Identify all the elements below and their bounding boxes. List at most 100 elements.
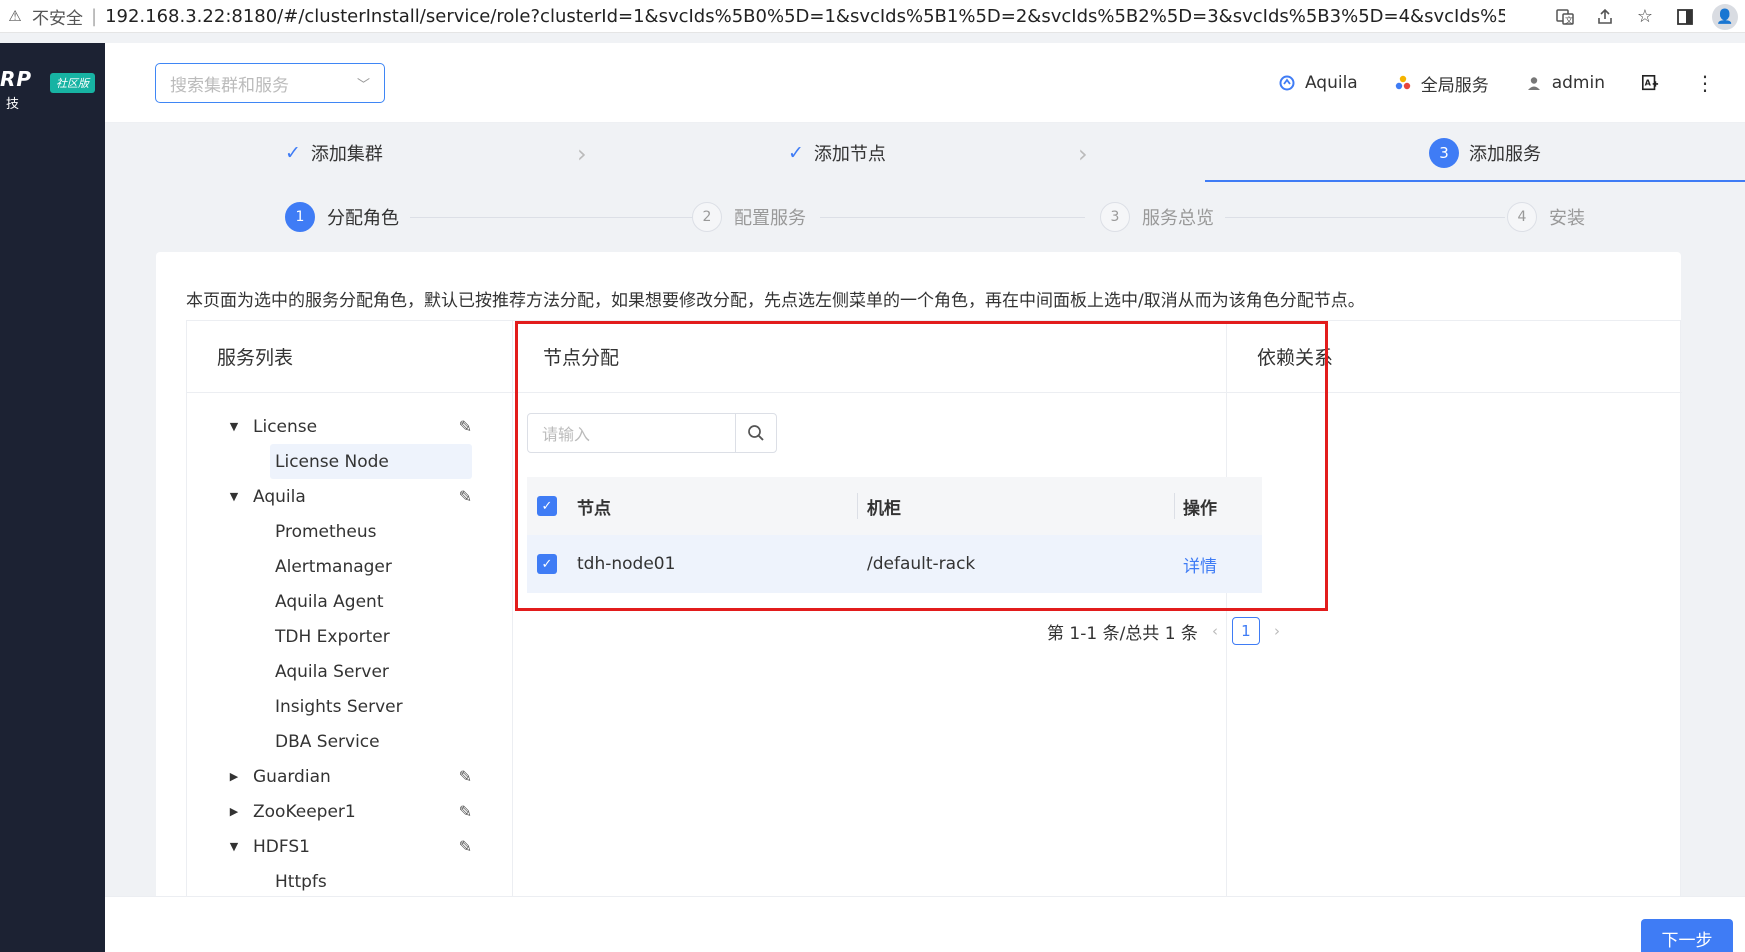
tree-node-license[interactable]: ▼ License ✎ <box>215 409 480 444</box>
caret-down-icon[interactable]: ▼ <box>223 420 245 433</box>
step-connector <box>1225 217 1505 218</box>
tree-label: Insights Server <box>275 696 403 717</box>
substep-install: 4 安装 <box>1507 202 1585 232</box>
edition-badge: 社区版 <box>50 73 95 93</box>
step-number: 3 <box>1429 138 1459 168</box>
star-icon[interactable]: ☆ <box>1625 0 1665 33</box>
chevron-down-icon: ﹀ <box>356 77 370 93</box>
tree-label: DBA Service <box>275 731 380 752</box>
edit-icon[interactable]: ✎ <box>459 837 472 856</box>
active-step-underline <box>1205 180 1745 182</box>
separator: | <box>91 5 98 27</box>
tree-label: Aquila Agent <box>275 591 384 612</box>
tree-leaf-license-node[interactable]: License Node <box>270 444 472 479</box>
tree-label: ZooKeeper1 <box>253 801 356 822</box>
edit-icon[interactable]: ✎ <box>459 417 472 436</box>
chevron-left-icon[interactable]: ‹ <box>1212 622 1218 640</box>
global-services-label: 全局服务 <box>1420 75 1489 96</box>
pagination: 第 1-1 条/总共 1 条 ‹ 1 › <box>1047 617 1280 645</box>
tree-label: Prometheus <box>275 521 377 542</box>
global-services-icon <box>1394 74 1412 92</box>
step-label: 添加服务 <box>1469 144 1541 165</box>
chevron-right-icon: › <box>1078 140 1088 168</box>
step-connector <box>820 217 1085 218</box>
substep-overview: 3 服务总览 <box>1100 202 1214 232</box>
tree-node-hdfs[interactable]: ▼ HDFS1 ✎ <box>215 829 480 864</box>
user-menu[interactable]: admin <box>1525 73 1605 93</box>
app-sidebar: RP 社区版 技 <box>0 43 105 952</box>
substep-label: 服务总览 <box>1142 208 1214 229</box>
step-connector <box>410 217 700 218</box>
tree-leaf-aquila-server[interactable]: Aquila Server <box>215 654 480 689</box>
page-description: 本页面为选中的服务分配角色，默认已按推荐方法分配，如果想要修改分配，先点选左侧菜… <box>186 291 1365 311</box>
substep-number: 1 <box>285 202 315 232</box>
tree-label: License <box>253 416 318 437</box>
edit-icon[interactable]: ✎ <box>459 802 472 821</box>
check-icon: ✓ <box>788 142 804 164</box>
app-header: 搜索集群和服务 ﹀ Aquila 全局服务 admin A ⋮ <box>105 43 1745 123</box>
tree-label: License Node <box>275 451 389 472</box>
pagination-summary: 第 1-1 条/总共 1 条 <box>1047 623 1198 644</box>
tree-leaf-alertmanager[interactable]: Alertmanager <box>215 549 480 584</box>
global-services-link[interactable]: 全局服务 <box>1394 71 1489 96</box>
substep-label: 配置服务 <box>734 208 806 229</box>
tree-leaf-httpfs[interactable]: Httpfs <box>215 864 480 899</box>
tree-node-guardian[interactable]: ▶ Guardian ✎ <box>215 759 480 794</box>
share-icon[interactable] <box>1585 0 1625 33</box>
services-panel-title: 服务列表 <box>187 321 512 393</box>
aquila-link[interactable]: Aquila <box>1278 73 1358 93</box>
caret-down-icon[interactable]: ▼ <box>223 840 245 853</box>
service-tree: ▼ License ✎ License Node ▼ Aquila ✎ Prom… <box>215 409 480 899</box>
tree-leaf-dba-service[interactable]: DBA Service <box>215 724 480 759</box>
svg-text:A: A <box>1645 78 1652 88</box>
tree-node-zookeeper[interactable]: ▶ ZooKeeper1 ✎ <box>215 794 480 829</box>
language-icon[interactable]: A <box>1641 74 1659 92</box>
warning-icon: ⚠ <box>8 7 22 25</box>
tree-node-aquila[interactable]: ▼ Aquila ✎ <box>215 479 480 514</box>
panel-divider <box>512 321 513 952</box>
tree-leaf-insights-server[interactable]: Insights Server <box>215 689 480 724</box>
substep-label: 分配角色 <box>327 208 399 229</box>
substep-number: 4 <box>1507 202 1537 232</box>
step-add-service: 3 添加服务 <box>1429 124 1541 182</box>
tree-label: Guardian <box>253 766 331 787</box>
check-icon: ✓ <box>285 142 301 164</box>
more-vertical-icon[interactable]: ⋮ <box>1695 71 1715 95</box>
tree-label: TDH Exporter <box>275 626 390 647</box>
tree-label: HDFS1 <box>253 836 310 857</box>
profile-icon[interactable]: 👤 <box>1705 0 1745 33</box>
security-label[interactable]: 不安全 <box>32 4 83 29</box>
logo-sub: 技 <box>6 97 20 112</box>
page-button[interactable]: 1 <box>1231 617 1260 645</box>
edit-icon[interactable]: ✎ <box>459 487 472 506</box>
chevron-right-icon[interactable]: › <box>1274 622 1280 640</box>
tree-leaf-tdh-exporter[interactable]: TDH Exporter <box>215 619 480 654</box>
tree-leaf-aquila-agent[interactable]: Aquila Agent <box>215 584 480 619</box>
search-placeholder: 搜索集群和服务 <box>170 75 289 96</box>
step-add-node: ✓ 添加节点 <box>788 124 886 182</box>
caret-right-icon[interactable]: ▶ <box>223 770 245 783</box>
next-step-button[interactable]: 下一步 <box>1641 919 1733 952</box>
url-field[interactable]: 192.168.3.22:8180/#/clusterInstall/servi… <box>105 6 1505 27</box>
translate-icon[interactable]: 文 <box>1545 0 1585 33</box>
aquila-icon <box>1278 74 1296 92</box>
edit-icon[interactable]: ✎ <box>459 767 472 786</box>
cluster-service-search[interactable]: 搜索集群和服务 ﹀ <box>155 63 385 103</box>
sub-steps: 1 分配角色 2 配置服务 3 服务总览 4 安装 <box>105 188 1745 250</box>
chevron-right-icon: › <box>577 140 587 168</box>
substep-configure: 2 配置服务 <box>692 202 806 232</box>
step-add-cluster: ✓ 添加集群 <box>285 124 383 182</box>
tree-label: Aquila <box>253 486 306 507</box>
footer-bar: 下一步 <box>105 896 1745 952</box>
user-label: admin <box>1551 73 1605 93</box>
logo[interactable]: RP <box>0 67 32 91</box>
caret-right-icon[interactable]: ▶ <box>223 805 245 818</box>
aquila-label: Aquila <box>1304 73 1358 93</box>
tree-leaf-prometheus[interactable]: Prometheus <box>215 514 480 549</box>
step-label: 添加节点 <box>813 144 886 165</box>
side-panel-icon[interactable] <box>1665 0 1705 33</box>
substep-number: 2 <box>692 202 722 232</box>
svg-text:文: 文 <box>1565 15 1573 25</box>
user-icon <box>1525 74 1543 92</box>
caret-down-icon[interactable]: ▼ <box>223 490 245 503</box>
